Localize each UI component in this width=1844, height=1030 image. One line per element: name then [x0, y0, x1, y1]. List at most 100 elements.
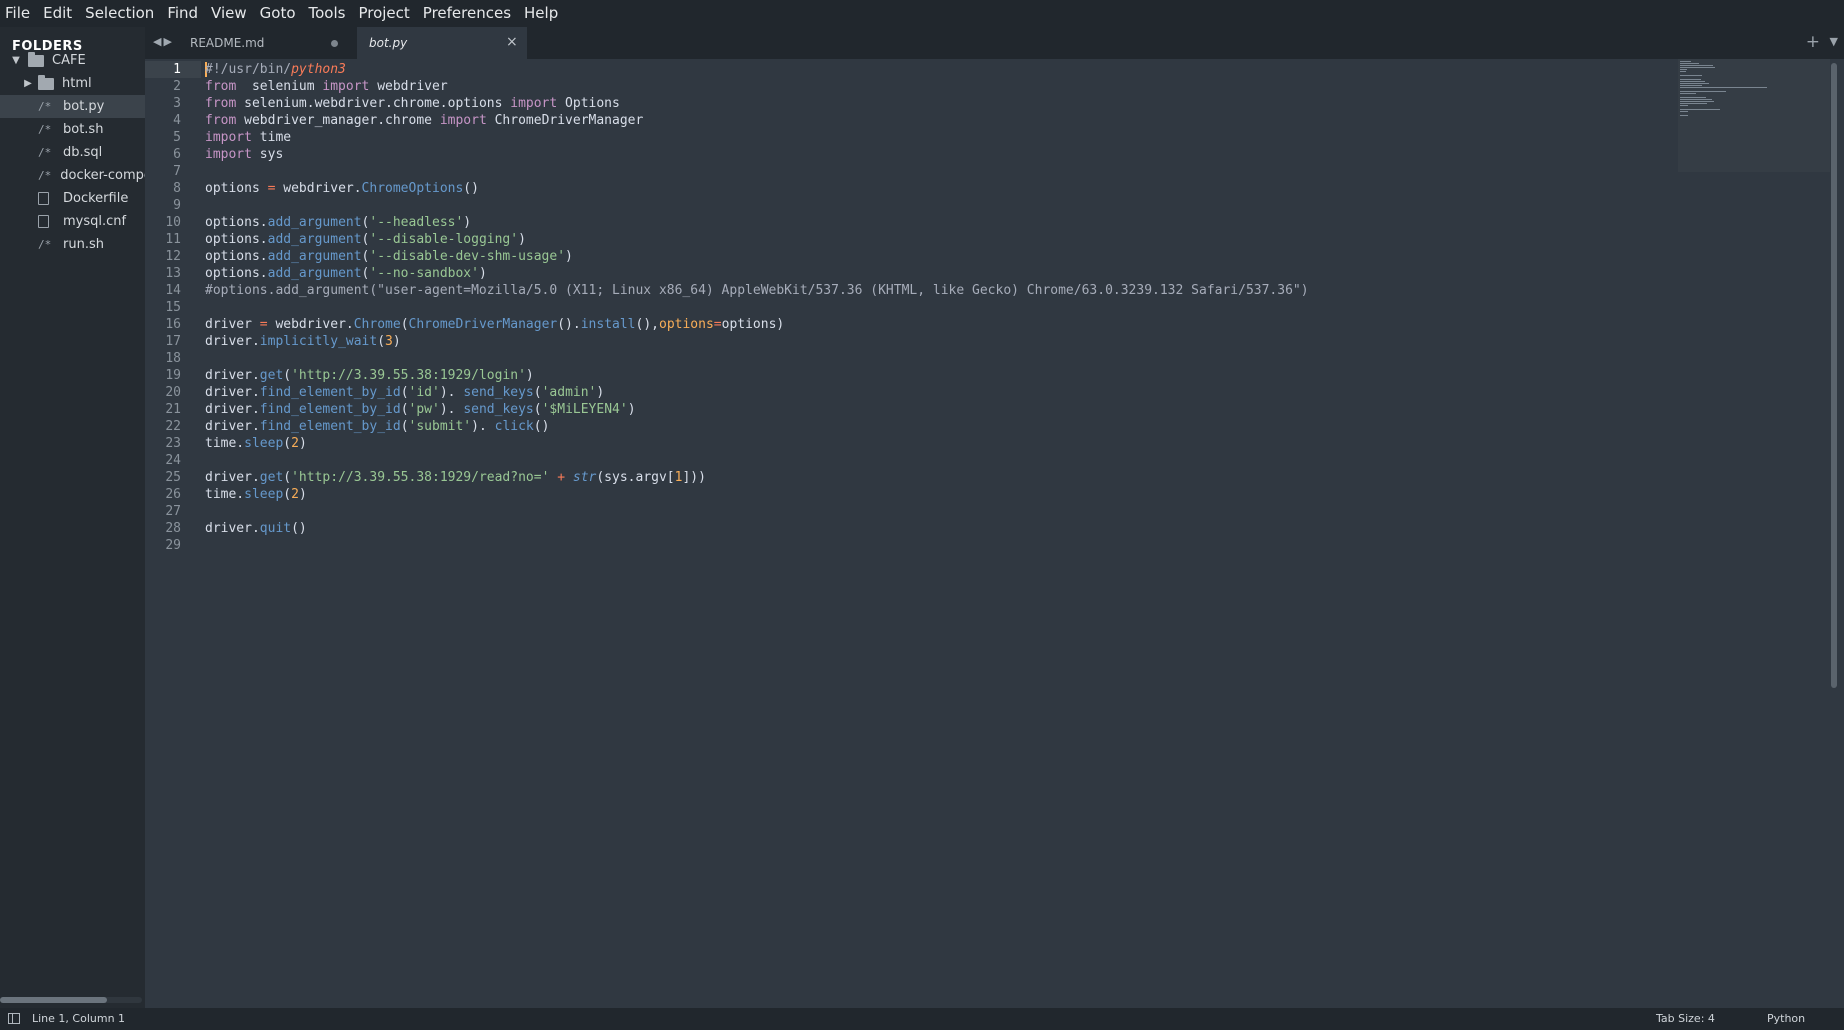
cursor-position[interactable]: Line 1, Column 1 [32, 1012, 125, 1025]
menu-help[interactable]: Help [519, 0, 566, 27]
sidebar-item-run-sh[interactable]: /* run.sh [0, 233, 145, 256]
code-token: ])) [682, 470, 706, 485]
code-token: '$MiLEYEN4' [541, 402, 628, 417]
code-token: + [557, 470, 566, 485]
code-token: '--headless' [369, 215, 464, 230]
code-token: 'admin' [541, 385, 597, 400]
sidebar-item-bot-py[interactable]: /* bot.py [0, 95, 145, 118]
code-token: ) [627, 402, 636, 417]
menu-tools[interactable]: Tools [304, 0, 354, 27]
minimap-line [1680, 93, 1696, 94]
panel-toggle-icon[interactable] [8, 1013, 20, 1024]
minimap-line [1680, 91, 1726, 92]
close-icon[interactable]: × [506, 34, 518, 50]
minimap[interactable] [1678, 59, 1830, 172]
tab-label: bot.py [369, 36, 408, 50]
code-token: sleep [244, 436, 284, 451]
sidebar-item-dockerfile[interactable]: Dockerfile [0, 187, 145, 210]
code-line: from webdriver_manager.chrome import Chr… [205, 112, 643, 129]
menu-find[interactable]: Find [162, 0, 206, 27]
menu-project[interactable]: Project [353, 0, 417, 27]
code-token: webdriver [369, 79, 448, 94]
tab-readme-md[interactable]: README.md [178, 27, 355, 59]
code-token: = [259, 317, 268, 332]
code-token: driver. [205, 334, 260, 349]
code-token: 'pw' [408, 402, 440, 417]
code-token: options [659, 317, 714, 332]
code-token: sys [251, 147, 284, 162]
code-token: 'id' [408, 385, 440, 400]
sidebar-item-docker-compo[interactable]: /* docker-compo [0, 164, 145, 187]
code-file-icon: /* [38, 169, 52, 182]
code-line: driver.find_element_by_id('pw'). send_ke… [205, 401, 636, 418]
code-token: (sys.argv[ [596, 470, 675, 485]
code-line: from selenium.webdriver.chrome.options i… [205, 95, 620, 112]
minimap-line [1680, 115, 1689, 116]
code-line: options.add_argument('--disable-logging'… [205, 231, 526, 248]
chevron-right-icon[interactable]: ▶ [22, 78, 34, 89]
menu-selection[interactable]: Selection [80, 0, 162, 27]
code-line: driver.get('http://3.39.55.38:1929/read?… [205, 469, 706, 486]
sidebar-item-mysql-cnf[interactable]: mysql.cnf [0, 210, 145, 233]
code-token: import [205, 147, 252, 162]
line-number: 8 [173, 181, 181, 196]
chevron-down-icon[interactable]: ▼ [10, 55, 22, 66]
code-token: import [439, 113, 487, 128]
code-line: driver.get('http://3.39.55.38:1929/login… [205, 367, 534, 384]
sidebar-item-html[interactable]: ▶ html [0, 72, 145, 95]
line-number: 5 [173, 130, 181, 145]
minimap-line [1680, 87, 1768, 88]
code-token: import [322, 79, 370, 94]
code-token: '--disable-logging' [369, 232, 519, 247]
new-tab-icon[interactable]: + [1806, 32, 1820, 52]
tab-size-indicator[interactable]: Tab Size: 4 [1656, 1012, 1715, 1025]
sidebar-item-bot-sh[interactable]: /* bot.sh [0, 118, 145, 141]
code-token: 3 [385, 334, 393, 349]
menu-preferences[interactable]: Preferences [418, 0, 519, 27]
code-token: send_keys [463, 385, 534, 400]
code-token: driver. [205, 385, 260, 400]
syntax-indicator[interactable]: Python [1767, 1012, 1805, 1025]
tab-prev-icon[interactable]: ◀ [153, 35, 163, 48]
menu-edit[interactable]: Edit [38, 0, 80, 27]
code-token: from [205, 113, 237, 128]
code-token: selenium.webdriver.chrome.options [236, 96, 511, 111]
code-token: ). [439, 385, 464, 400]
minimap-line [1680, 85, 1703, 86]
line-number: 14 [165, 283, 181, 298]
code-token: time. [205, 436, 245, 451]
tab-next-icon[interactable]: ▶ [163, 35, 173, 48]
editor-scrollbar[interactable] [1831, 63, 1837, 688]
unsaved-dot-icon[interactable] [331, 40, 338, 47]
line-number: 7 [173, 164, 181, 179]
tab-list-dropdown-icon[interactable]: ▼ [1830, 35, 1838, 48]
tab-nav-arrows[interactable]: ◀▶ [153, 35, 174, 48]
file-icon [38, 215, 49, 228]
menu-view[interactable]: View [206, 0, 255, 27]
sidebar-item-db-sql[interactable]: /* db.sql [0, 141, 145, 164]
sidebar-scrollbar-thumb[interactable] [0, 997, 107, 1003]
code-file-icon: /* [38, 238, 52, 251]
code-token: ) [298, 436, 307, 451]
line-number: 18 [165, 351, 181, 366]
line-number: 22 [165, 419, 181, 434]
menu-goto[interactable]: Goto [255, 0, 304, 27]
tab-bot-py[interactable]: bot.py × [357, 27, 527, 59]
code-token: ). [439, 402, 464, 417]
minimap-line [1680, 69, 1687, 70]
code-line: #!/usr/bin/python3 [205, 61, 346, 78]
folder-root[interactable]: ▼ CAFE [0, 49, 145, 72]
code-token: ChromeOptions [361, 181, 464, 196]
sidebar: FOLDERS ▼ CAFE ▶ html/* bot.py/* bot.sh/* db.s… [0, 27, 145, 1008]
minimap-line [1680, 99, 1712, 100]
code-token: find_element_by_id [259, 402, 401, 417]
code-line: options.add_argument('--headless') [205, 214, 471, 231]
menu-file[interactable]: File [0, 0, 38, 27]
code-line: from selenium import webdriver [205, 78, 448, 95]
code-token: ). [471, 419, 495, 434]
folder-icon [38, 74, 54, 90]
code-token: 2 [291, 436, 299, 451]
line-number: 25 [165, 470, 181, 485]
sidebar-item-label: db.sql [63, 145, 103, 160]
